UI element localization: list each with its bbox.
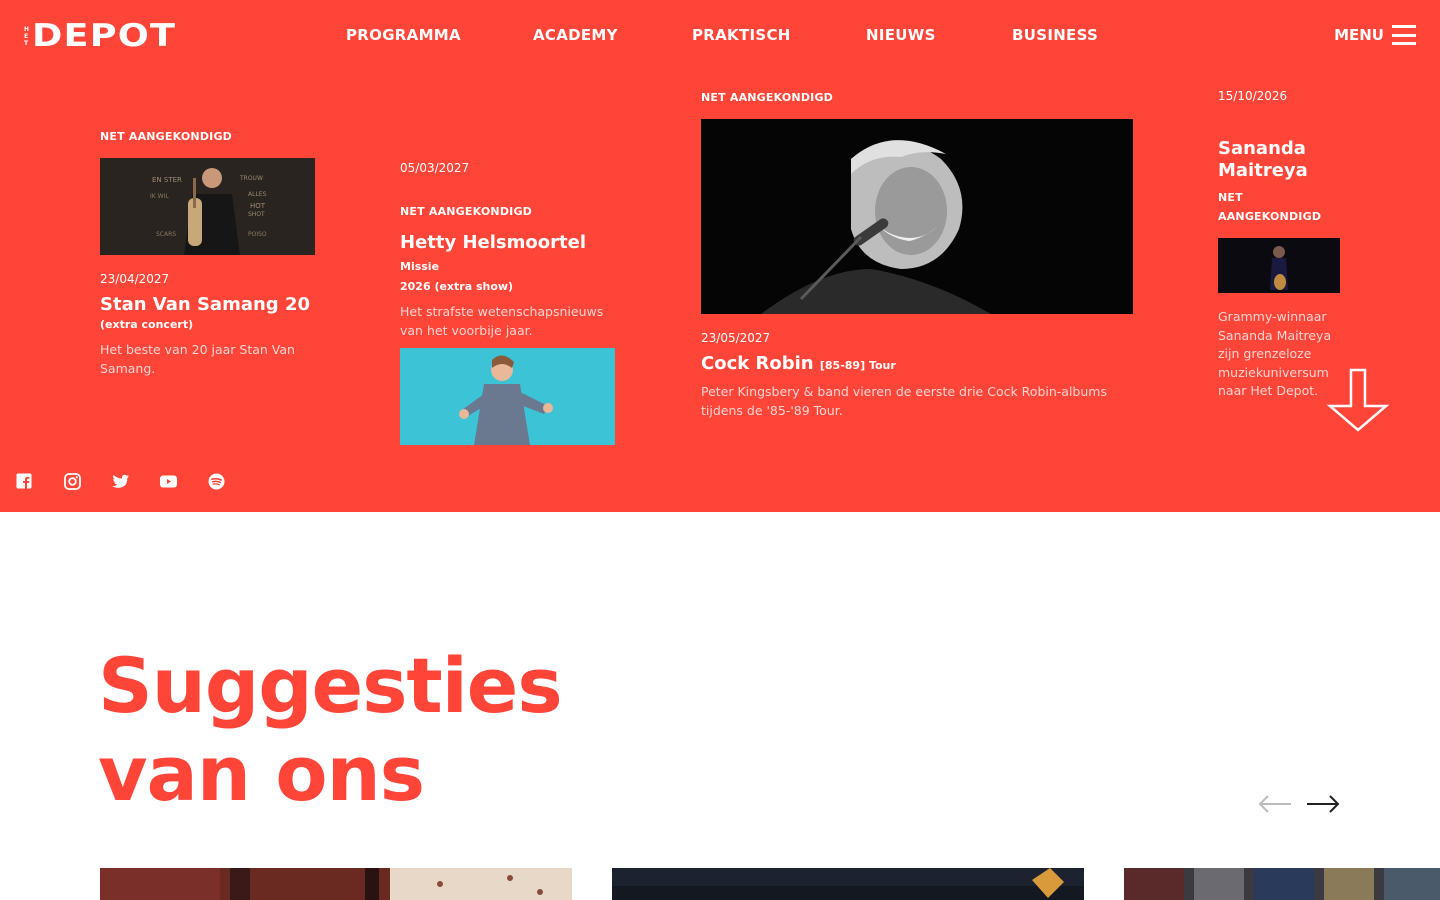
suggestions-heading: Suggesties van ons (98, 641, 563, 818)
suggestion-card-image-2[interactable] (612, 868, 1084, 900)
event-title: Stan Van Samang 20 (100, 294, 310, 315)
event-title-main: Hetty Helsmoortel (400, 232, 586, 253)
nav-programma[interactable]: PROGRAMMA (346, 26, 461, 44)
logo-depot-text: DEPOT (32, 18, 177, 54)
svg-text:POISO: POISO (248, 231, 267, 238)
suggestion-card-image-3[interactable] (1124, 868, 1440, 900)
event-tag: NET AANGEKONDIGD (701, 91, 833, 104)
suggestions-heading-line1: Suggesties (98, 641, 563, 730)
logo-het-text: HET (24, 25, 30, 47)
event-description: Het strafste wetenschapsnieuws van het v… (400, 304, 604, 338)
hero-section: HET DEPOT PROGRAMMA ACADEMY PRAKTISCH NI… (0, 0, 1440, 512)
event-subtitle: (extra concert) (100, 318, 194, 331)
event-card-stan-van-samang[interactable]: NET AANGEKONDIGD EN STER IK WIL TROUW AL… (100, 127, 316, 378)
event-card-cock-robin[interactable]: NET AANGEKONDIGD 23/05/2027 Cock Robin [… (701, 88, 1133, 420)
suggestion-card-image-1[interactable] (100, 868, 572, 900)
event-description: Het beste van 20 jaar Stan Van Samang. (100, 342, 295, 376)
event-image-cock-robin[interactable] (701, 119, 1133, 314)
event-title-suffix: [85-89] Tour (819, 359, 896, 372)
event-card-sananda-maitreya[interactable]: 15/10/2026 Sananda Maitreya NET AANGEKON… (1218, 88, 1348, 398)
event-subtitle: 2026 (extra show) (400, 280, 514, 293)
nav-business[interactable]: BUSINESS (1012, 26, 1098, 44)
hamburger-icon (1392, 24, 1416, 46)
svg-text:TROUW: TROUW (239, 175, 263, 182)
event-description: Peter Kingsbery & band vieren de eerste … (701, 384, 1107, 418)
event-tag: NET AANGEKONDIGD (100, 130, 232, 143)
carousel-controls (1258, 794, 1340, 814)
carousel-prev-arrow-icon[interactable] (1258, 794, 1292, 814)
menu-button[interactable]: MENU (1334, 24, 1416, 46)
nav-nieuws[interactable]: NIEUWS (866, 26, 936, 44)
event-date: 05/03/2027 (400, 161, 470, 175)
twitter-icon[interactable] (111, 472, 129, 490)
event-card-hetty-helsmoortel[interactable]: 05/03/2027 NET AANGEKONDIGD Hetty Helsmo… (400, 160, 622, 445)
event-date: 15/10/2026 (1218, 89, 1288, 103)
event-image-hetty-helsmoortel[interactable] (400, 348, 615, 445)
svg-text:IK WIL: IK WIL (150, 193, 169, 200)
carousel-next-arrow-icon[interactable] (1306, 794, 1340, 814)
event-title: Hetty Helsmoortel Missie (400, 232, 622, 278)
nav-praktisch[interactable]: PRAKTISCH (692, 26, 791, 44)
event-tag: NET AANGEKONDIGD (400, 205, 532, 218)
facebook-icon[interactable] (15, 472, 33, 490)
event-tag: NET AANGEKONDIGD (1218, 191, 1322, 223)
event-title-suffix: Missie (400, 260, 440, 273)
svg-text:ALLES: ALLES (248, 191, 267, 198)
event-date: 23/04/2027 (100, 272, 170, 286)
menu-label: MENU (1334, 26, 1384, 44)
event-title-main: Cock Robin (701, 353, 814, 374)
spotify-icon[interactable] (207, 472, 225, 490)
youtube-icon[interactable] (159, 472, 177, 490)
het-depot-logo[interactable]: HET DEPOT (24, 21, 175, 52)
event-title: Cock Robin [85-89] Tour (701, 353, 1133, 377)
nav-academy[interactable]: ACADEMY (533, 26, 618, 44)
social-links (15, 472, 225, 490)
event-title: Sananda Maitreya (1218, 138, 1308, 181)
svg-text:EN STER: EN STER (152, 176, 182, 184)
suggestions-heading-line2: van ons (98, 729, 425, 818)
svg-text:SCARS: SCARS (156, 231, 176, 238)
event-date: 23/05/2027 (701, 331, 771, 345)
instagram-icon[interactable] (63, 472, 81, 490)
svg-text:SHOT: SHOT (248, 211, 265, 218)
scroll-down-arrow-icon[interactable] (1326, 368, 1390, 432)
event-image-stan-van-samang[interactable]: EN STER IK WIL TROUW ALLES HOT SHOT SCAR… (100, 158, 315, 255)
svg-text:HOT: HOT (250, 202, 266, 210)
event-image-sananda-maitreya[interactable] (1218, 238, 1340, 293)
